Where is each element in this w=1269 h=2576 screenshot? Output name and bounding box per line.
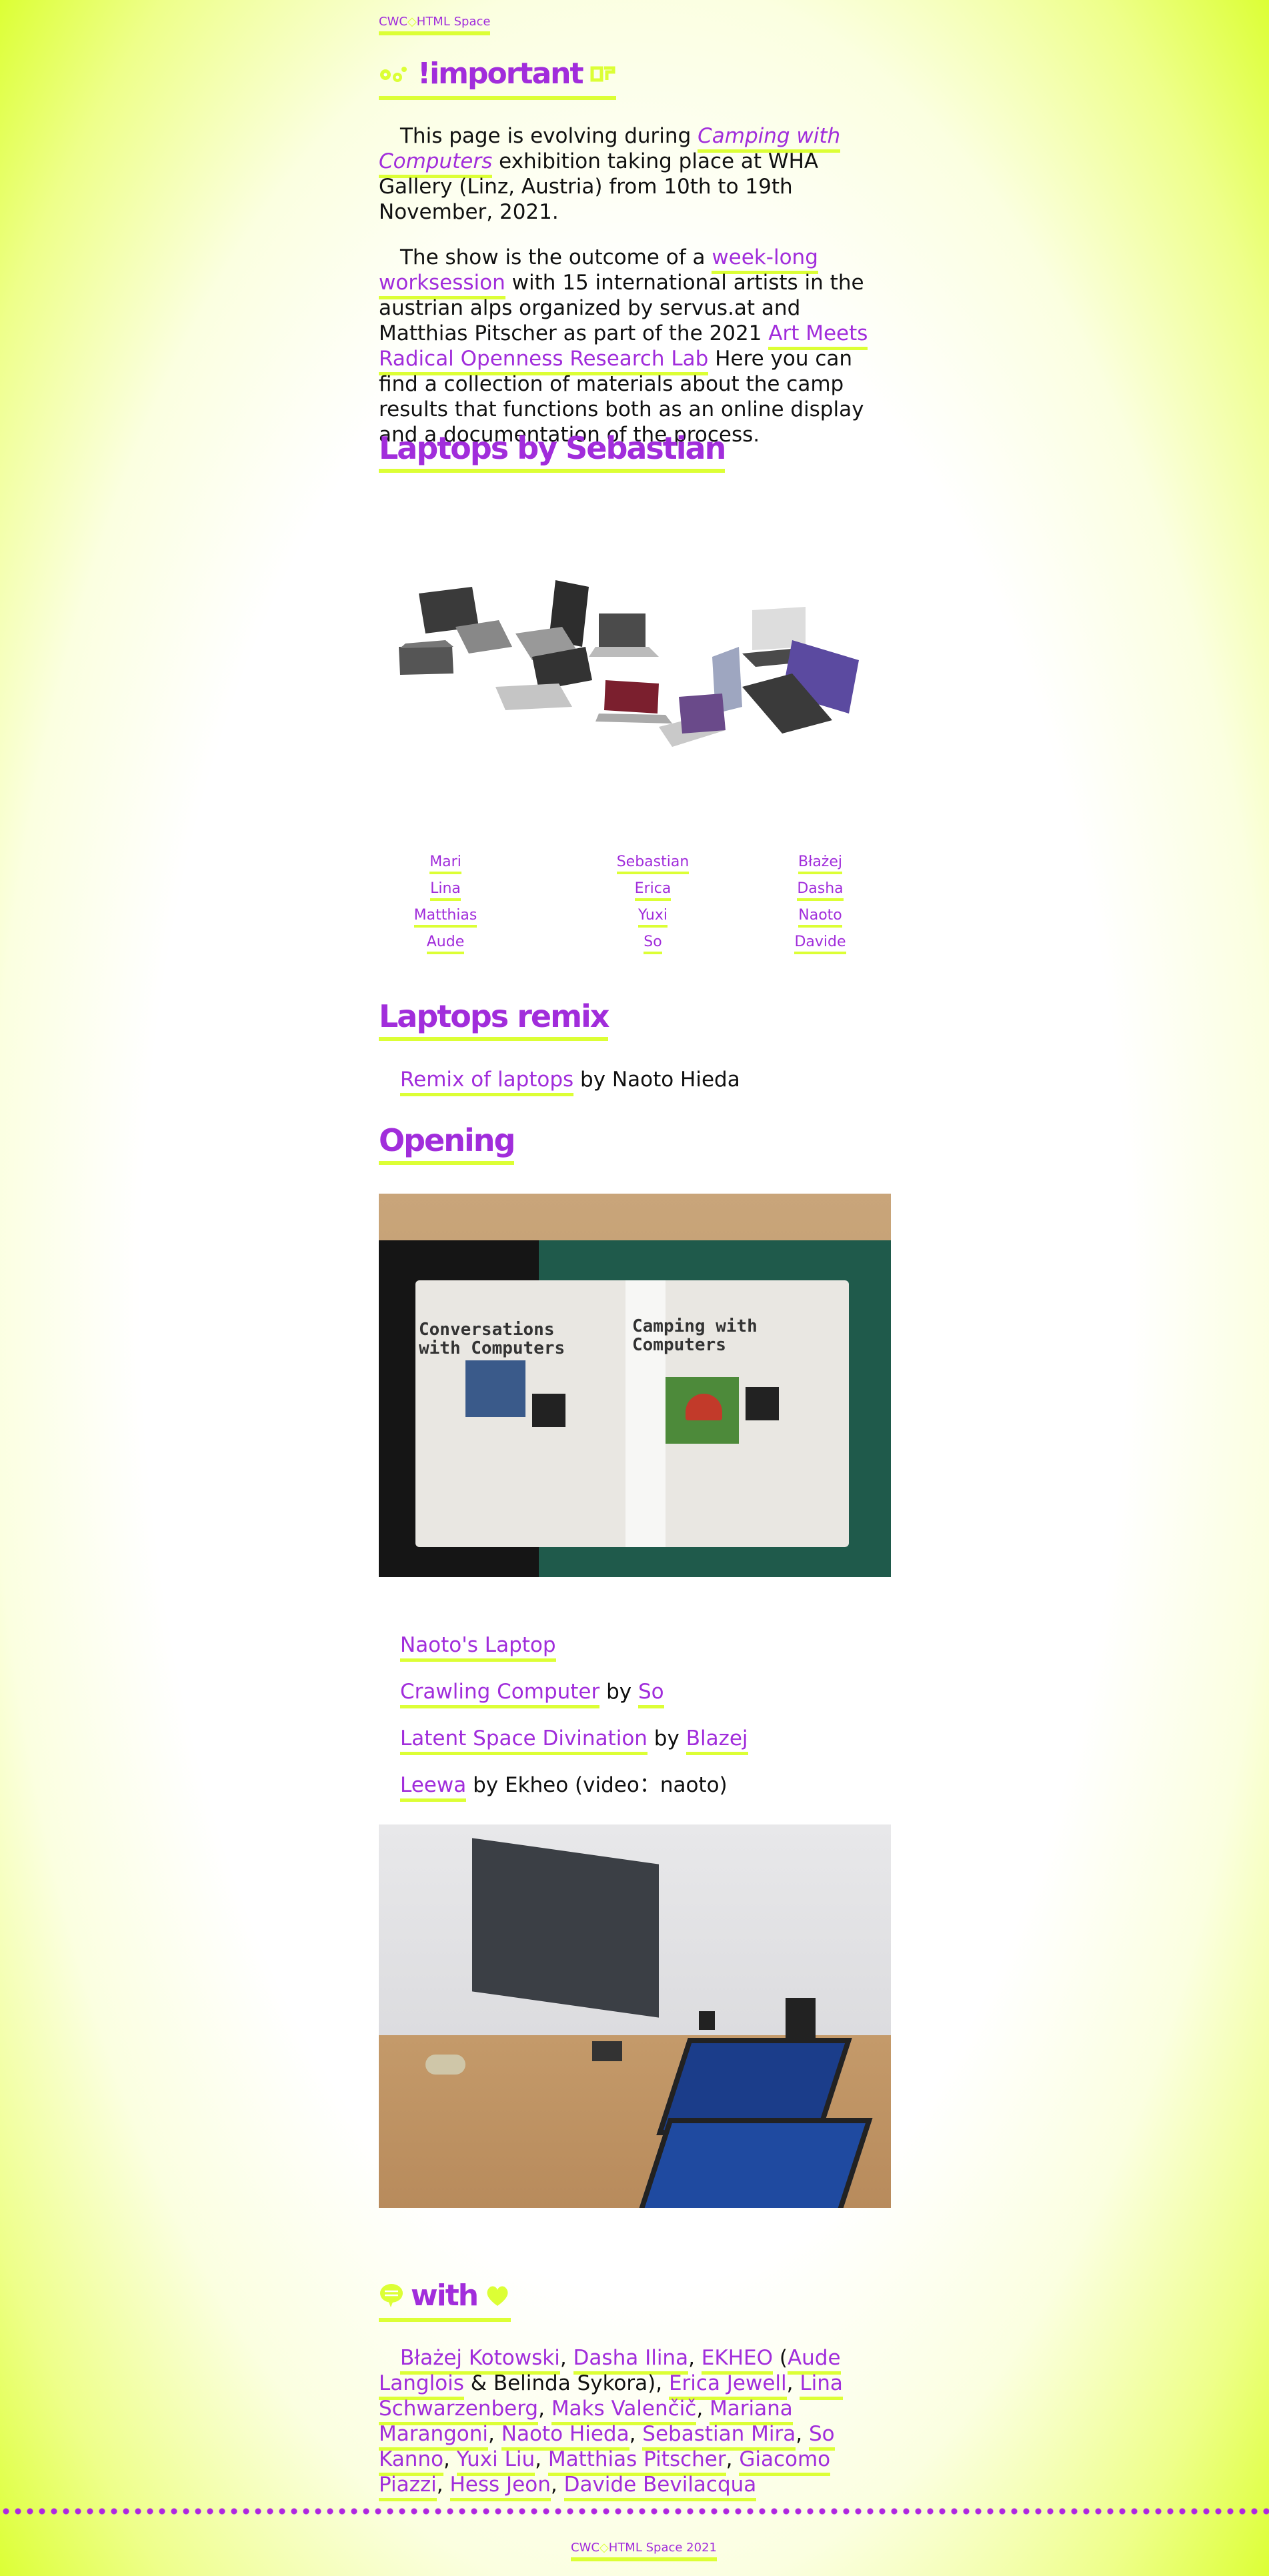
footer-link[interactable]: CWC◇HTML Space 2021 (571, 2541, 717, 2561)
footer-cwc[interactable]: CWC (571, 2541, 599, 2555)
breadcrumb-cwc[interactable]: CWC (379, 15, 407, 29)
name-link[interactable]: Matthias (413, 907, 477, 928)
important-heading: !important (379, 53, 616, 100)
opening-photo[interactable]: Conversations with Computers Camping wit… (379, 1194, 891, 1577)
laptops-3d-image[interactable] (379, 547, 891, 774)
name-link[interactable]: Yuxi (638, 907, 668, 928)
name-link[interactable]: Mari (429, 854, 461, 874)
work-item: Latent Space Divination by Blazej (400, 1726, 912, 1755)
person-link[interactable]: Hess Jeon (449, 2473, 551, 2501)
person-link[interactable]: Matthias Pitscher (547, 2447, 726, 2476)
work-link[interactable]: Crawling Computer (400, 1680, 600, 1708)
breadcrumb-html-space[interactable]: HTML Space (417, 15, 491, 29)
name-link[interactable]: Davide (794, 934, 846, 954)
name-link[interactable]: Dasha (797, 880, 844, 901)
poster-left-title: Conversations with Computers (419, 1320, 565, 1358)
diamond-icon: ◇ (599, 2541, 609, 2555)
speech-bubble-icon (380, 2284, 403, 2307)
intro-paragraph-2: The show is the outcome of a week-long w… (379, 245, 868, 447)
person-link[interactable]: Erica Jewell (668, 2371, 787, 2400)
name-link[interactable]: Lina (430, 880, 461, 901)
person-link[interactable]: Błażej Kotowski (400, 2346, 560, 2375)
name-link[interactable]: Sebastian (616, 854, 690, 874)
dotted-divider (0, 2506, 1269, 2517)
person-link[interactable]: Davide Bevilacqua (563, 2473, 757, 2501)
person-link[interactable]: Maks Valenčič (551, 2397, 697, 2425)
work-item: Crawling Computer by So (400, 1679, 912, 1708)
remix-link[interactable]: Remix of laptops (400, 1068, 574, 1096)
name-link[interactable]: Naoto (798, 907, 842, 928)
page-title: !important (417, 56, 584, 91)
footer-html-space[interactable]: HTML Space 2021 (609, 2541, 717, 2555)
bracket-icon (590, 66, 615, 82)
work-item: Leewa by Ekheo (video：naoto) (400, 1772, 912, 1802)
work-link[interactable]: Latent Space Divination (400, 1726, 648, 1755)
sparkle-icon (380, 67, 407, 82)
person-link[interactable]: Sebastian Mira (642, 2422, 796, 2451)
heart-icon (487, 2286, 508, 2306)
opening-heading: Opening (379, 1122, 515, 1165)
person-link[interactable]: Yuxi Liu (456, 2447, 535, 2476)
names-column-2: Sebastian Erica Yuxi So (586, 854, 720, 960)
author-link[interactable]: Blazej (686, 1726, 748, 1755)
author-link[interactable]: So (638, 1680, 664, 1708)
remix-line: Remix of laptops by Naoto Hieda (379, 1067, 912, 1096)
names-column-3: Błażej Dasha Naoto Davide (754, 854, 887, 960)
name-link[interactable]: Aude (426, 934, 465, 954)
person-link[interactable]: EKHEO (701, 2346, 774, 2375)
work-link[interactable]: Naoto's Laptop (400, 1633, 556, 1662)
installation-photo[interactable] (379, 1824, 891, 2208)
top-breadcrumb[interactable]: CWC◇HTML Space (379, 15, 491, 35)
works-list: Naoto's Laptop Crawling Computer by So L… (379, 1632, 912, 1802)
remix-heading: Laptops remix (379, 998, 609, 1041)
with-heading: with (379, 2275, 511, 2322)
diamond-icon: ◇ (407, 15, 417, 29)
work-item: Naoto's Laptop (400, 1632, 912, 1662)
person-link[interactable]: Dasha Ilina (573, 2346, 689, 2375)
name-link[interactable]: Erica (634, 880, 672, 901)
participants-list: Błażej Kotowski, Dasha Ilina, EKHEO (Aud… (379, 2345, 891, 2501)
laptop-icon (399, 580, 859, 747)
intro-paragraph-1: This page is evolving during Camping wit… (379, 124, 841, 224)
name-link[interactable]: So (644, 934, 662, 954)
laptops-heading: Laptops by Sebastian (379, 430, 726, 473)
intro-section: This page is evolving during Camping wit… (379, 123, 891, 447)
person-link[interactable]: Naoto Hieda (501, 2422, 629, 2451)
name-link[interactable]: Błażej (798, 854, 843, 874)
names-column-1: Mari Lina Matthias Aude (379, 854, 512, 960)
work-link[interactable]: Leewa (400, 1773, 467, 1802)
poster-right-title: Camping with Computers (632, 1316, 758, 1355)
